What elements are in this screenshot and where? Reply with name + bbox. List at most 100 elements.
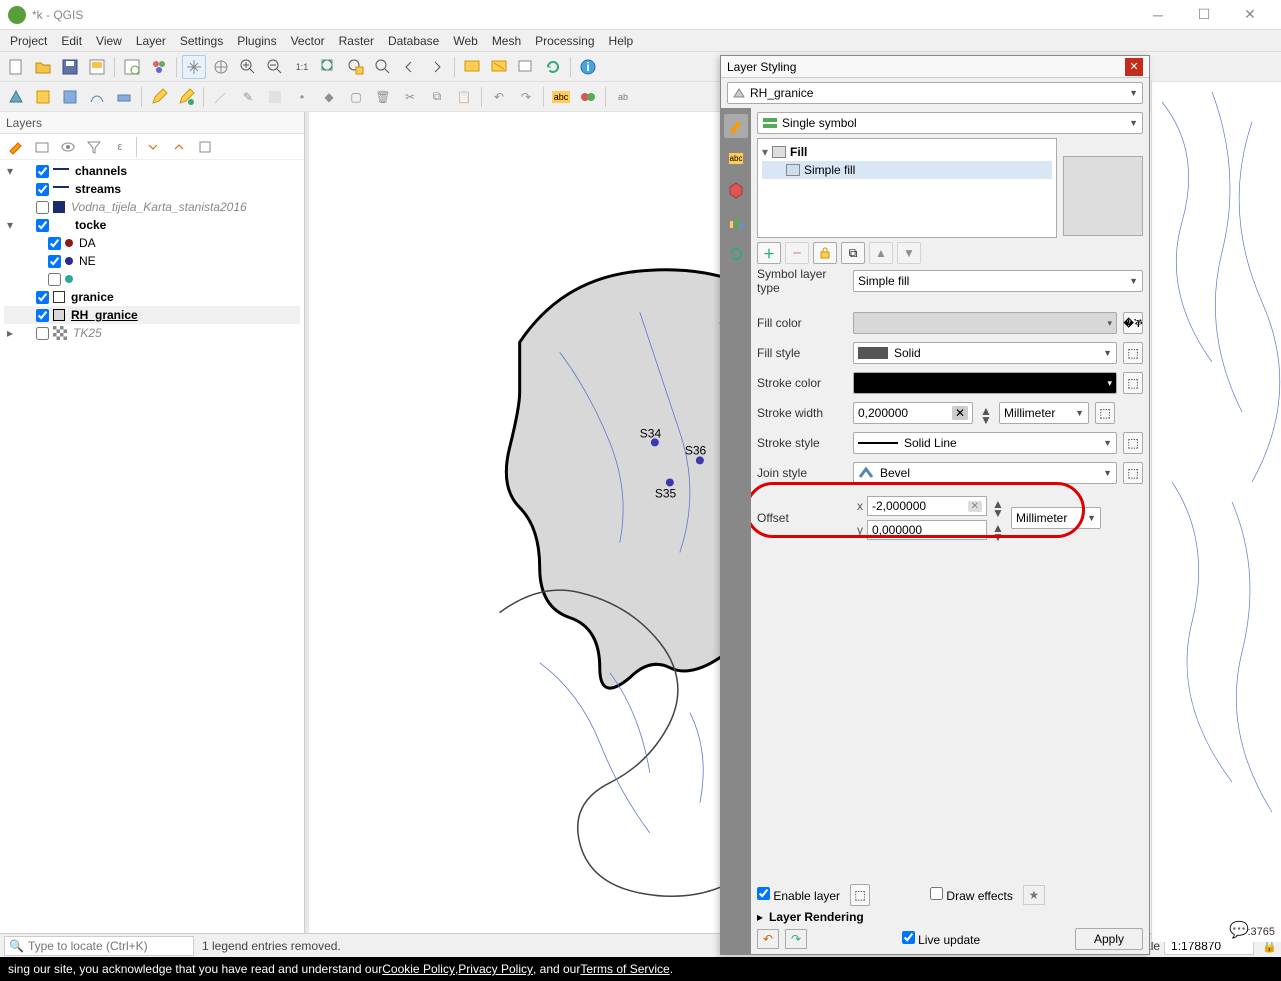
zoom-next-button[interactable]	[425, 55, 449, 79]
stroke-color-dd[interactable]: ⬚	[1123, 372, 1143, 394]
current-edits-button[interactable]	[174, 85, 198, 109]
locator-input[interactable]: 🔍	[4, 936, 194, 956]
lock-symbol-button[interactable]	[813, 242, 837, 264]
zoom-last-button[interactable]	[398, 55, 422, 79]
ab-overlay-button[interactable]: ab	[611, 85, 635, 109]
menu-help[interactable]: Help	[603, 32, 640, 50]
layer-checkbox[interactable]	[48, 237, 61, 250]
draw-effects-button[interactable]: ★	[1023, 885, 1045, 905]
undo-button[interactable]: ↶	[487, 85, 511, 109]
label-button[interactable]: abc	[549, 85, 573, 109]
fill-style-combo[interactable]: Solid▼	[853, 342, 1117, 364]
new-3d-view-button[interactable]	[487, 55, 511, 79]
add-feature-button[interactable]	[209, 85, 233, 109]
layer-row[interactable]	[4, 270, 300, 288]
new-map-view-button[interactable]	[460, 55, 484, 79]
save-project-button[interactable]	[58, 55, 82, 79]
menu-processing[interactable]: Processing	[529, 32, 600, 50]
layer-checkbox[interactable]	[36, 309, 49, 322]
new-layout-button[interactable]	[85, 55, 109, 79]
stroke-color-button[interactable]: ▾	[853, 372, 1117, 394]
offset-y-spin[interactable]: ▲▼	[991, 521, 1005, 539]
styling-layer-combo[interactable]: RH_granice ▼	[727, 82, 1143, 104]
renderer-combo[interactable]: Single symbol ▼	[757, 112, 1143, 134]
new-spatialite-button[interactable]	[85, 85, 109, 109]
layer-row[interactable]: ▾channels	[4, 162, 300, 180]
fill-style-dd[interactable]: ⬚	[1123, 342, 1143, 364]
tab-diagrams[interactable]	[724, 210, 748, 234]
stroke-style-dd[interactable]: ⬚	[1123, 432, 1143, 454]
paste-button[interactable]: 📋	[452, 85, 476, 109]
layers-add-group-button[interactable]	[30, 135, 54, 159]
tab-symbology[interactable]	[724, 114, 748, 138]
open-project-button[interactable]	[31, 55, 55, 79]
close-button[interactable]: ✕	[1227, 0, 1273, 30]
join-style-combo[interactable]: Bevel▼	[853, 462, 1117, 484]
layer-row[interactable]: RH_granice	[4, 306, 300, 324]
edit-pencil-button[interactable]: ✎	[236, 85, 260, 109]
new-virtual-button[interactable]	[112, 85, 136, 109]
zoom-out-button[interactable]	[263, 55, 287, 79]
offset-unit-combo[interactable]: Millimeter▼	[1011, 507, 1101, 529]
new-shapefile-button[interactable]	[31, 85, 55, 109]
offset-y-input[interactable]: 0,000000	[867, 520, 987, 540]
save-edits-button[interactable]	[263, 85, 287, 109]
layers-expression-button[interactable]: ε	[108, 135, 132, 159]
add-symbol-layer-button[interactable]: ＋	[757, 242, 781, 264]
styling-close-button[interactable]: ✕	[1125, 58, 1143, 76]
symbol-tree[interactable]: ▾Fill Simple fill	[757, 138, 1057, 238]
layer-checkbox[interactable]	[36, 165, 49, 178]
layer-checkbox[interactable]	[36, 327, 49, 340]
copy-button[interactable]: ⧉	[425, 85, 449, 109]
duplicate-symbol-button[interactable]: ⧉	[841, 242, 865, 264]
enable-layer-dd[interactable]: ⬚	[850, 884, 870, 906]
vertex-tool-button[interactable]: ◆	[317, 85, 341, 109]
style-manager-button[interactable]	[147, 55, 171, 79]
cut-button[interactable]: ✂	[398, 85, 422, 109]
stroke-width-input[interactable]: 0,200000✕	[853, 402, 973, 424]
minimize-button[interactable]: ─	[1135, 0, 1181, 30]
enable-layer-checkbox[interactable]: Enable layer	[757, 887, 840, 903]
symbol-type-combo[interactable]: Simple fill▼	[853, 270, 1143, 292]
layer-row[interactable]: streams	[4, 180, 300, 198]
live-update-checkbox[interactable]: Live update	[902, 931, 980, 947]
terms-link[interactable]: Terms of Service	[580, 962, 669, 976]
redo-button[interactable]: ↷	[514, 85, 538, 109]
menu-database[interactable]: Database	[382, 32, 445, 50]
toggle-editing-button[interactable]	[147, 85, 171, 109]
menu-layer[interactable]: Layer	[130, 32, 172, 50]
layer-tree[interactable]: ▾channelsstreamsVodna_tijela_Karta_stani…	[0, 160, 304, 933]
layers-visibility-button[interactable]	[56, 135, 80, 159]
stroke-width-spin[interactable]: ▲▼	[979, 404, 993, 422]
draw-effects-checkbox[interactable]: Draw effects	[930, 887, 1013, 903]
zoom-native-button[interactable]: 1:1	[290, 55, 314, 79]
join-style-dd[interactable]: ⬚	[1123, 462, 1143, 484]
menu-edit[interactable]: Edit	[55, 32, 88, 50]
layer-checkbox[interactable]	[36, 183, 49, 196]
diagram-button[interactable]	[576, 85, 600, 109]
layer-row[interactable]: granice	[4, 288, 300, 306]
stroke-width-dd[interactable]: ⬚	[1095, 402, 1115, 424]
menu-web[interactable]: Web	[447, 32, 483, 50]
identify-button[interactable]: i	[576, 55, 600, 79]
layout-manager-button[interactable]	[120, 55, 144, 79]
delete-button[interactable]: 🗑	[371, 85, 395, 109]
layers-remove-button[interactable]	[193, 135, 217, 159]
menu-view[interactable]: View	[90, 32, 128, 50]
pan-to-selection-button[interactable]	[209, 55, 233, 79]
layer-row[interactable]: Vodna_tijela_Karta_stanista2016	[4, 198, 300, 216]
layer-checkbox[interactable]	[48, 255, 61, 268]
maximize-button[interactable]: ☐	[1181, 0, 1227, 30]
layers-collapse-button[interactable]	[167, 135, 191, 159]
messages-icon[interactable]: 💬	[1229, 920, 1249, 940]
add-point-button[interactable]: •	[290, 85, 314, 109]
layers-style-button[interactable]	[4, 135, 28, 159]
layers-expand-button[interactable]	[141, 135, 165, 159]
refresh-button[interactable]	[541, 55, 565, 79]
cookie-policy-link[interactable]: Cookie Policy	[382, 962, 455, 976]
layers-filter-button[interactable]	[82, 135, 106, 159]
layer-rendering-section[interactable]: ▸Layer Rendering	[757, 910, 1143, 924]
layer-row[interactable]: ▾tocke	[4, 216, 300, 234]
tab-history[interactable]	[724, 242, 748, 266]
tab-labels[interactable]: abc	[724, 146, 748, 170]
